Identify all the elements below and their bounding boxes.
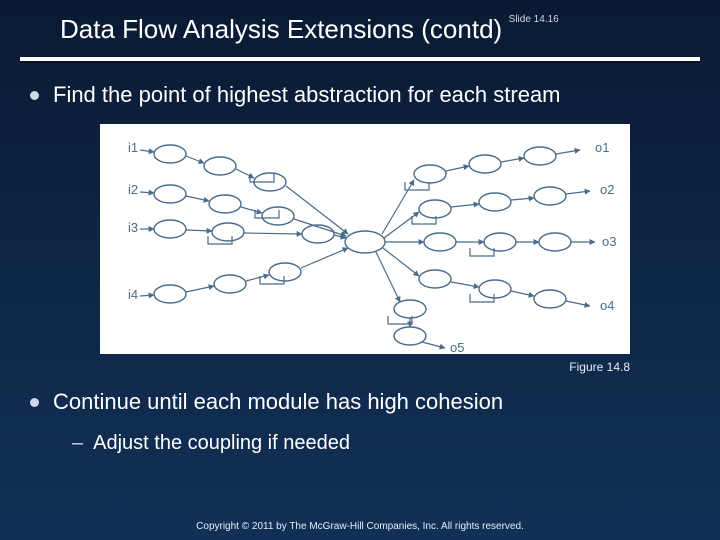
bullet-icon <box>30 398 39 407</box>
slide-title: Data Flow Analysis Extensions (contd) <box>60 14 502 44</box>
dataflow-diagram: i1 i2 i3 i4 o1 o2 o3 o4 o5 <box>100 124 630 354</box>
label-i2: i2 <box>128 182 138 197</box>
label-o3: o3 <box>602 234 616 249</box>
figure-caption: Figure 14.8 <box>30 360 630 374</box>
sub-bullet-text: Adjust the coupling if needed <box>93 430 350 456</box>
slide-number: Slide 14.16 <box>509 14 559 25</box>
sub-bullet-item: – Adjust the coupling if needed <box>72 430 700 456</box>
label-i4: i4 <box>128 287 138 302</box>
bullet-text: Continue until each module has high cohe… <box>53 388 503 417</box>
bullet-icon <box>30 91 39 100</box>
copyright: Copyright © 2011 by The McGraw-Hill Comp… <box>0 521 720 532</box>
label-o2: o2 <box>600 182 614 197</box>
bullet-text: Find the point of highest abstraction fo… <box>53 81 561 110</box>
dash-icon: – <box>72 430 83 456</box>
divider-wrap <box>0 51 720 61</box>
slide-content: Find the point of highest abstraction fo… <box>0 61 720 456</box>
label-i3: i3 <box>128 220 138 235</box>
bullet-item: Continue until each module has high cohe… <box>30 388 700 417</box>
slide-header: Data Flow Analysis Extensions (contd) Sl… <box>0 0 720 51</box>
figure: i1 i2 i3 i4 o1 o2 o3 o4 o5 <box>100 124 630 354</box>
label-o5: o5 <box>450 340 464 354</box>
label-o1: o1 <box>595 140 609 155</box>
bullet-item: Find the point of highest abstraction fo… <box>30 81 700 110</box>
label-o4: o4 <box>600 298 614 313</box>
label-i1: i1 <box>128 140 138 155</box>
